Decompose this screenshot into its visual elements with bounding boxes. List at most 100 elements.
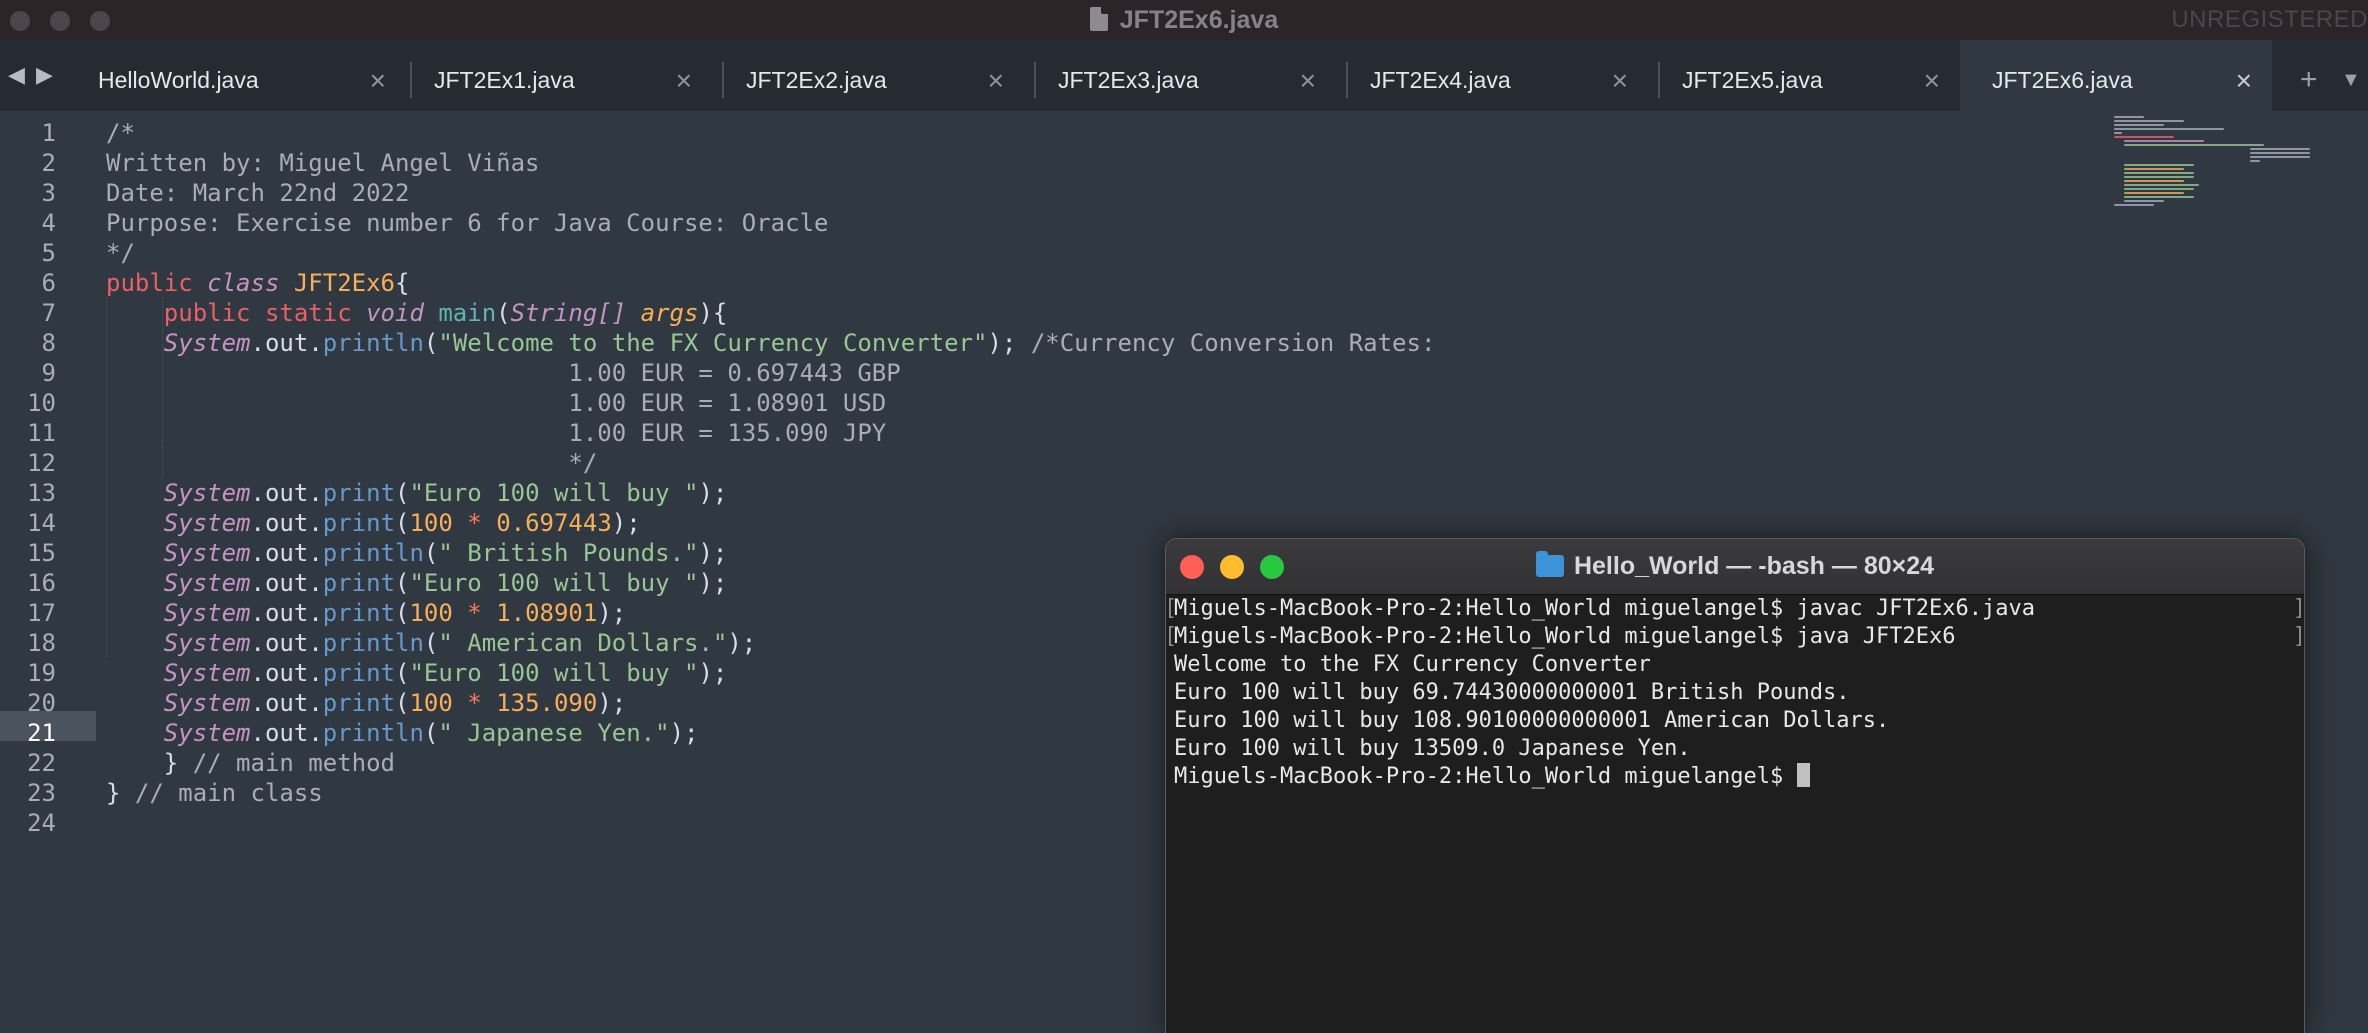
tab-close-icon[interactable]: × (1924, 40, 1940, 121)
method-token: print (322, 599, 396, 627)
terminal-cursor (1796, 763, 1810, 787)
comment-token: */ (568, 449, 598, 477)
code-line-23: } // main class (106, 778, 323, 808)
code-line-13: System.out.print("Euro 100 will buy "); (163, 479, 728, 507)
line-number: 21 (27, 719, 56, 747)
minimap-line (2124, 172, 2194, 174)
tab-jft2ex1[interactable]: JFT2Ex1.java × (402, 40, 712, 111)
code-line-6: public class JFT2Ex6{ (106, 268, 409, 298)
code-line-16: System.out.print("Euro 100 will buy "); (163, 569, 728, 597)
code-line-4: Purpose: Exercise number 6 for Java Cour… (106, 208, 828, 238)
minimap-line (2114, 128, 2224, 130)
line-number: 6 (41, 269, 56, 297)
line-number: 15 (27, 539, 56, 567)
terminal-line: Euro 100 will buy 69.74430000000001 Brit… (1174, 680, 1850, 705)
tab-close-icon[interactable]: × (370, 40, 386, 121)
unregistered-label: UNREGISTERED (2171, 6, 2368, 33)
brace-token: } (106, 779, 121, 807)
method-token: print (322, 479, 396, 507)
comment-token: Written by: Miguel Angel Viñas (106, 149, 540, 177)
number-token: 100 (409, 509, 453, 537)
tab-forward-arrow-icon[interactable]: ▶ (36, 62, 53, 88)
code-line-2: Written by: Miguel Angel Viñas (106, 148, 539, 178)
comment-token: 1.00 EUR = 135.090 JPY (568, 419, 887, 447)
line-number: 13 (27, 479, 56, 507)
class-token: System (163, 329, 251, 357)
tab-label: JFT2Ex4.java (1370, 67, 1511, 93)
code-line-21: System.out.println(" Japanese Yen."); (163, 719, 699, 747)
terminal-output[interactable]: Miguels-MacBook-Pro-2:Hello_World miguel… (1166, 595, 2304, 1033)
tab-close-icon[interactable]: × (1612, 40, 1628, 121)
tab-label: HelloWorld.java (98, 67, 259, 93)
code-line-18: System.out.println(" American Dollars.")… (163, 629, 757, 657)
tab-close-icon[interactable]: × (676, 40, 692, 121)
tab-jft2ex3[interactable]: JFT2Ex3.java × (1026, 40, 1336, 111)
class-token: System (163, 539, 251, 567)
code-line-1: /* (106, 118, 135, 148)
field-token: out (264, 509, 309, 537)
minimap-line (2250, 148, 2310, 150)
tab-label: JFT2Ex2.java (746, 67, 887, 93)
comment-token: // main class (134, 779, 323, 807)
code-line-17: System.out.print(100 * 1.08901); (163, 599, 627, 627)
code-line-20: System.out.print(100 * 135.090); (163, 689, 627, 717)
line-number: 4 (41, 209, 56, 237)
minimap-line (2124, 144, 2264, 146)
line-number: 11 (27, 419, 56, 447)
class-token: System (163, 689, 251, 717)
minimap-line (2124, 192, 2184, 194)
line-number: 17 (27, 599, 56, 627)
window-title-text: JFT2Ex6.java (1119, 6, 1279, 34)
line-number: 16 (27, 569, 56, 597)
type-token: String[] (510, 299, 627, 327)
comment-token: Purpose: Exercise number 6 for Java Cour… (106, 209, 829, 237)
brace-token: } (163, 749, 179, 777)
terminal-title-text: Hello_World — -bash — 80×24 (1573, 552, 1935, 580)
terminal-line: Euro 100 will buy 13509.0 Japanese Yen. (1174, 736, 1691, 761)
comment-token: // main method (192, 749, 395, 777)
tab-close-icon[interactable]: × (1300, 40, 1316, 121)
terminal-mark-bracket: ] (2292, 596, 2305, 621)
terminal-line: Welcome to the FX Currency Converter (1174, 652, 1651, 677)
terminal-line: Miguels-MacBook-Pro-2:Hello_World miguel… (1174, 763, 1810, 791)
minimap-line (2124, 200, 2164, 202)
operator-token: * (467, 599, 482, 627)
new-tab-plus-icon[interactable]: + (2300, 40, 2318, 111)
tab-close-icon[interactable]: × (988, 40, 1004, 121)
code-line-5: */ (106, 238, 135, 268)
document-icon (1089, 7, 1108, 31)
number-token: 0.697443 (496, 509, 612, 537)
field-token: out (264, 599, 309, 627)
tab-helloworld[interactable]: HelloWorld.java × (66, 40, 406, 111)
method-token: print (322, 689, 396, 717)
line-number: 8 (41, 329, 56, 357)
field-token: out (264, 329, 309, 357)
tab-jft2ex5[interactable]: JFT2Ex5.java × (1650, 40, 1960, 111)
field-token: out (264, 629, 309, 657)
line-number: 12 (27, 449, 56, 477)
tab-jft2ex4[interactable]: JFT2Ex4.java × (1338, 40, 1648, 111)
field-token: out (264, 569, 309, 597)
tab-jft2ex2[interactable]: JFT2Ex2.java × (714, 40, 1024, 111)
keyword-token: public (106, 269, 193, 297)
tab-back-arrow-icon[interactable]: ◀ (8, 62, 25, 88)
comment-token: 1.00 EUR = 0.697443 GBP (568, 359, 901, 387)
tab-label: JFT2Ex5.java (1682, 67, 1823, 93)
tab-list-chevron-down-icon[interactable]: ▼ (2341, 40, 2361, 111)
number-token: 100 (409, 599, 453, 627)
comment-token: 1.00 EUR = 1.08901 USD (568, 389, 887, 417)
line-number: 19 (27, 659, 56, 687)
window-titlebar: JFT2Ex6.java UNREGISTERED (0, 0, 2368, 41)
method-token: print (322, 509, 396, 537)
code-line-15: System.out.println(" British Pounds."); (163, 539, 728, 567)
tab-close-icon[interactable]: × (2236, 40, 2252, 121)
tab-jft2ex6[interactable]: JFT2Ex6.java × (1960, 40, 2272, 111)
terminal-window[interactable]: Hello_World — -bash — 80×24 Miguels-MacB… (1165, 538, 2305, 1033)
terminal-line: Miguels-MacBook-Pro-2:Hello_World miguel… (1174, 624, 1956, 649)
minimap-line (2114, 204, 2154, 206)
line-number: 10 (27, 389, 56, 417)
string-token: "Euro 100 will buy " (409, 569, 699, 597)
string-token: " British Pounds." (438, 539, 699, 567)
minimap[interactable] (2110, 111, 2310, 231)
minimap-line (2124, 176, 2194, 178)
